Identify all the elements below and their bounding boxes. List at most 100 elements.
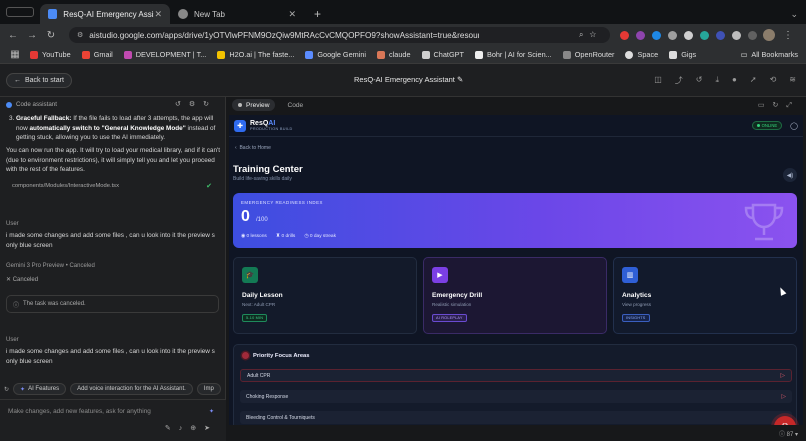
extension-icon[interactable] xyxy=(668,30,677,40)
chip-voice[interactable]: Add voice interaction for the AI Assista… xyxy=(70,383,193,395)
tab-new[interactable]: New Tab ✕ xyxy=(170,4,304,24)
header-actions[interactable]: ◫ ⤴ ↺ ⤓ ● ➚ ⟲ ≋ xyxy=(654,75,796,86)
app-navbar: ✚ ResQAI PRODUCTION BUILD ONLINE ◯ xyxy=(229,115,803,137)
bookmark-openrouter[interactable]: OpenRouter xyxy=(562,50,614,59)
composer-tools[interactable]: ✎♪⊕➤ xyxy=(165,424,218,432)
menu-kebab-icon[interactable]: ⋮ xyxy=(781,30,795,41)
extension-icon[interactable] xyxy=(652,30,661,40)
bookmark-development[interactable]: DEVELOPMENT | T... xyxy=(123,50,206,59)
prompt-composer[interactable]: Make changes, add new features, ask for … xyxy=(0,399,226,441)
bookmark-claude[interactable]: claude xyxy=(377,50,411,59)
priority-item[interactable]: Choking Response ▷ xyxy=(240,390,792,403)
bookmark-h2o[interactable]: H2O.ai | The faste... xyxy=(217,50,294,59)
readiness-value: 0 xyxy=(241,208,250,225)
eye-icon: ◉ xyxy=(241,234,246,239)
deploy-rocket-icon: ➚ xyxy=(749,74,757,84)
download-icon[interactable] xyxy=(748,30,757,40)
brush-icon: ✎ xyxy=(164,425,179,432)
apps-grid-icon[interactable]: ▦ xyxy=(8,49,22,60)
settings-icon: ≋ xyxy=(789,74,796,84)
bookmark-gemini[interactable]: Google Gemini xyxy=(305,50,366,59)
user-profile-icon[interactable]: ◯ xyxy=(790,122,798,130)
bookmark-chatgpt[interactable]: ChatGPT xyxy=(421,50,464,59)
bookmark-bohr[interactable]: Bohr | AI for Scien... xyxy=(474,50,552,59)
studio-header: ← Back to start ResQ-AI Emergency Assista… xyxy=(0,64,806,97)
user-label: User xyxy=(6,337,19,343)
chip-ai-features[interactable]: ✦ AI Features xyxy=(13,383,67,395)
back-home-link[interactable]: ‹ Back to Home xyxy=(235,145,271,151)
trophy-icon: ♜ xyxy=(275,234,281,239)
folder-icon: ▭ xyxy=(740,50,748,59)
all-bookmarks[interactable]: ▭ All Bookmarks xyxy=(740,50,798,59)
graduation-cap-icon: 🎓 xyxy=(242,267,258,283)
reload-icon[interactable]: ↻ xyxy=(44,30,58,41)
extensions-bar xyxy=(620,30,757,40)
tab-search-icon[interactable]: ⌄ xyxy=(790,4,798,24)
trophy-watermark-icon xyxy=(744,203,784,241)
new-tab-button[interactable]: + xyxy=(304,4,331,24)
page-subtitle: Build life-saving skills daily xyxy=(233,176,292,182)
send-icon: ➤ xyxy=(204,425,218,432)
daily-lesson-card[interactable]: 🎓 Daily Lesson Next: Adult CPR 5-10 MIN xyxy=(233,257,417,334)
extension-icon[interactable] xyxy=(620,30,629,40)
check-circle-icon: ✔ xyxy=(206,183,212,190)
extension-icon[interactable] xyxy=(716,30,725,40)
extension-icon[interactable] xyxy=(700,30,709,40)
forward-arrow-icon[interactable]: → xyxy=(25,30,39,41)
stat-lessons: ◉ 0 lessons xyxy=(241,234,267,239)
bar-chart-icon: ▥ xyxy=(622,267,638,283)
code-assistant-panel: Code assistant ↺⚙↻ 3. Graceful Fallback:… xyxy=(0,97,226,441)
assistant-icon xyxy=(6,101,12,108)
analytics-card[interactable]: ▥ Analytics View progress INSIGHTS xyxy=(613,257,797,334)
panel-title: Code assistant xyxy=(6,101,57,108)
priority-title: Priority Focus Areas xyxy=(242,352,310,359)
assistant-message-list: 3. Graceful Fallback: If the file fails … xyxy=(9,115,216,142)
omnibox-actions[interactable]: ⌕☆ xyxy=(579,30,602,40)
preview-actions[interactable]: ▭↻⤢ xyxy=(758,101,800,110)
composer-input[interactable]: Make changes, add new features, ask for … xyxy=(8,408,151,415)
tab-preview[interactable]: Preview xyxy=(232,99,276,111)
extension-icon[interactable] xyxy=(684,30,693,40)
bookmark-gigs[interactable]: Gigs xyxy=(669,50,696,59)
bookmark-space[interactable]: Space xyxy=(625,50,658,59)
close-tab-icon[interactable]: ✕ xyxy=(288,9,296,20)
canceled-box: ⓘ The task was canceled. xyxy=(6,295,219,313)
stat-drills: ♜ 0 drills xyxy=(275,234,296,239)
preview-tabs: Preview Code ▭↻⤢ xyxy=(226,97,806,113)
mic-icon: ♪ xyxy=(178,425,191,432)
reload-icon: ↻ xyxy=(772,101,787,109)
back-to-start-button[interactable]: ← Back to start xyxy=(6,72,72,88)
play-icon: ▷ xyxy=(781,394,786,400)
puzzle-icon[interactable] xyxy=(732,30,741,40)
window-controls[interactable] xyxy=(0,0,40,24)
tab-resq[interactable]: ResQ-AI Emergency Assistant ✕ xyxy=(40,4,170,24)
online-status-badge: ONLINE xyxy=(751,121,783,130)
tab-code[interactable]: Code xyxy=(281,99,309,111)
extension-icon[interactable] xyxy=(636,30,645,40)
url-input[interactable]: ⚙ aistudio.google.com/apps/drive/1yOTVlw… xyxy=(69,27,610,43)
info-icon: ⓘ xyxy=(13,302,20,309)
bookmark-youtube[interactable]: YouTube xyxy=(30,50,71,59)
play-icon: ▶ xyxy=(432,267,448,283)
emergency-drill-card[interactable]: ▶ Emergency Drill Realistic simulation A… xyxy=(423,257,607,334)
profile-avatar[interactable] xyxy=(763,29,775,41)
speaker-icon[interactable]: ◀) xyxy=(783,168,797,182)
file-change-chip[interactable]: components/Modules/InteractiveMode.tsx ✔ xyxy=(6,180,218,192)
close-tab-icon[interactable]: ✕ xyxy=(154,9,162,20)
panel-actions[interactable]: ↺⚙↻ xyxy=(175,100,217,108)
priority-item[interactable]: Adult CPR ▷ xyxy=(240,369,792,382)
brand: ResQAI PRODUCTION BUILD xyxy=(250,120,293,131)
bookmark-gmail[interactable]: Gmail xyxy=(81,50,113,59)
edit-pencil-icon[interactable]: ✎ xyxy=(457,75,463,84)
site-info-icon[interactable]: ⚙ xyxy=(77,31,83,39)
assistant-message-text: You can now run the app. It will try to … xyxy=(6,147,220,174)
priority-item[interactable]: Bleeding Control & Tourniquets xyxy=(240,411,792,424)
refresh-icon[interactable]: ↻ xyxy=(4,386,9,393)
readiness-max: /100 xyxy=(256,217,268,223)
zoom-indicator: ⓘ 87 ▾ xyxy=(778,432,798,438)
user-label: User xyxy=(6,221,19,227)
chip-more[interactable]: Imp xyxy=(196,383,221,395)
back-arrow-icon[interactable]: ← xyxy=(6,30,20,41)
browser-tab-strip: ResQ-AI Emergency Assistant ✕ New Tab ✕ … xyxy=(0,0,806,24)
model-label: Gemini 3 Pro Preview • Canceled xyxy=(6,263,95,269)
